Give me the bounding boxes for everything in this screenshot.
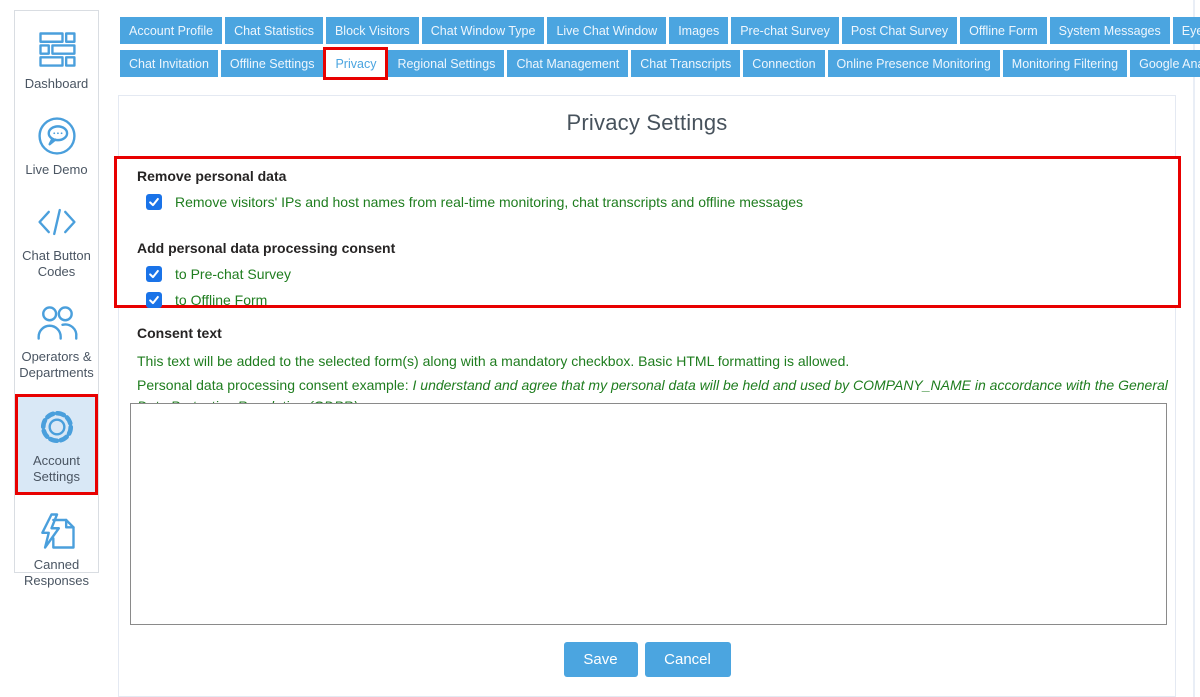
add-consent-heading: Add personal data processing consent: [137, 240, 1160, 256]
checkmark-icon: [148, 268, 160, 280]
tab-pre-chat-survey[interactable]: Pre-chat Survey: [731, 17, 839, 44]
settings-tabs-row-1: Account Profile Chat Statistics Block Vi…: [120, 17, 1200, 44]
tab-post-chat-survey[interactable]: Post Chat Survey: [842, 17, 957, 44]
tab-chat-statistics[interactable]: Chat Statistics: [225, 17, 323, 44]
operators-icon: [34, 300, 80, 346]
tab-online-presence-monitoring[interactable]: Online Presence Monitoring: [828, 50, 1000, 77]
form-actions: Save Cancel: [118, 642, 1176, 677]
cancel-button[interactable]: Cancel: [645, 642, 731, 677]
remove-ips-checkbox-row[interactable]: Remove visitors' IPs and host names from…: [146, 194, 1160, 210]
sidebar-item-label: Dashboard: [25, 76, 89, 92]
consent-text-description: This text will be added to the selected …: [137, 352, 1169, 370]
dashboard-icon: [34, 27, 80, 73]
sidebar-item-label: Live Demo: [25, 162, 87, 178]
consent-text-input[interactable]: [130, 403, 1167, 625]
sidebar-item-chat-button-codes[interactable]: Chat Button Codes: [15, 191, 98, 288]
checkmark-icon: [148, 196, 160, 208]
tab-privacy[interactable]: Privacy: [326, 50, 385, 77]
consent-offline-form-checkbox-row[interactable]: to Offline Form: [146, 292, 1160, 308]
checkbox-checked-icon[interactable]: [146, 292, 162, 308]
live-demo-chat-icon: [34, 113, 80, 159]
tab-eye-catcher[interactable]: Eye Catcher: [1173, 17, 1200, 44]
tab-chat-invitation[interactable]: Chat Invitation: [120, 50, 218, 77]
checkbox-checked-icon[interactable]: [146, 266, 162, 282]
sidebar-item-label: Chat Button Codes: [16, 248, 97, 280]
highlighted-personal-data-options: Remove personal data Remove visitors' IP…: [114, 156, 1181, 308]
tab-google-analytics[interactable]: Google Analytics: [1130, 50, 1200, 77]
tab-images[interactable]: Images: [669, 17, 728, 44]
tab-monitoring-filtering[interactable]: Monitoring Filtering: [1003, 50, 1127, 77]
sidebar-item-canned-responses[interactable]: Canned Responses: [15, 500, 98, 597]
tab-connection[interactable]: Connection: [743, 50, 824, 77]
checkbox-checked-icon[interactable]: [146, 194, 162, 210]
sidebar-item-label: Account Settings: [18, 453, 95, 485]
sidebar-item-live-demo[interactable]: Live Demo: [15, 105, 98, 186]
sidebar-item-operators-departments[interactable]: Operators & Departments: [15, 292, 98, 389]
checkbox-label: Remove visitors' IPs and host names from…: [175, 194, 803, 210]
consent-text-heading: Consent text: [137, 325, 1169, 341]
sidebar-item-label: Canned Responses: [16, 557, 97, 589]
tab-offline-form[interactable]: Offline Form: [960, 17, 1047, 44]
tab-regional-settings[interactable]: Regional Settings: [388, 50, 504, 77]
checkbox-label: to Offline Form: [175, 292, 267, 308]
consent-pre-chat-survey-checkbox-row[interactable]: to Pre-chat Survey: [146, 266, 1160, 282]
tab-account-profile[interactable]: Account Profile: [120, 17, 222, 44]
code-icon: [34, 199, 80, 245]
save-button[interactable]: Save: [564, 642, 638, 677]
tab-live-chat-window[interactable]: Live Chat Window: [547, 17, 666, 44]
tab-block-visitors[interactable]: Block Visitors: [326, 17, 419, 44]
checkbox-label: to Pre-chat Survey: [175, 266, 291, 282]
remove-personal-data-heading: Remove personal data: [137, 168, 1160, 184]
checkmark-icon: [148, 294, 160, 306]
settings-tabs-row-2: Chat Invitation Offline Settings Privacy…: [120, 50, 1200, 77]
sidebar-item-label: Operators & Departments: [16, 349, 97, 381]
gear-icon: [34, 404, 80, 450]
tab-system-messages[interactable]: System Messages: [1050, 17, 1170, 44]
consent-example-prefix: Personal data processing consent example…: [137, 377, 413, 393]
page-title: Privacy Settings: [119, 96, 1175, 136]
page-edge-divider: [1193, 0, 1195, 697]
sidebar-item-dashboard[interactable]: Dashboard: [15, 19, 98, 100]
tab-chat-transcripts[interactable]: Chat Transcripts: [631, 50, 740, 77]
tab-chat-management[interactable]: Chat Management: [507, 50, 628, 77]
sidebar-item-account-settings[interactable]: Account Settings: [15, 394, 98, 495]
tab-offline-settings[interactable]: Offline Settings: [221, 50, 324, 77]
tab-chat-window-type[interactable]: Chat Window Type: [422, 17, 545, 44]
sidebar: Dashboard Live Demo Chat Button Codes: [14, 10, 99, 573]
canned-responses-icon: [34, 508, 80, 554]
